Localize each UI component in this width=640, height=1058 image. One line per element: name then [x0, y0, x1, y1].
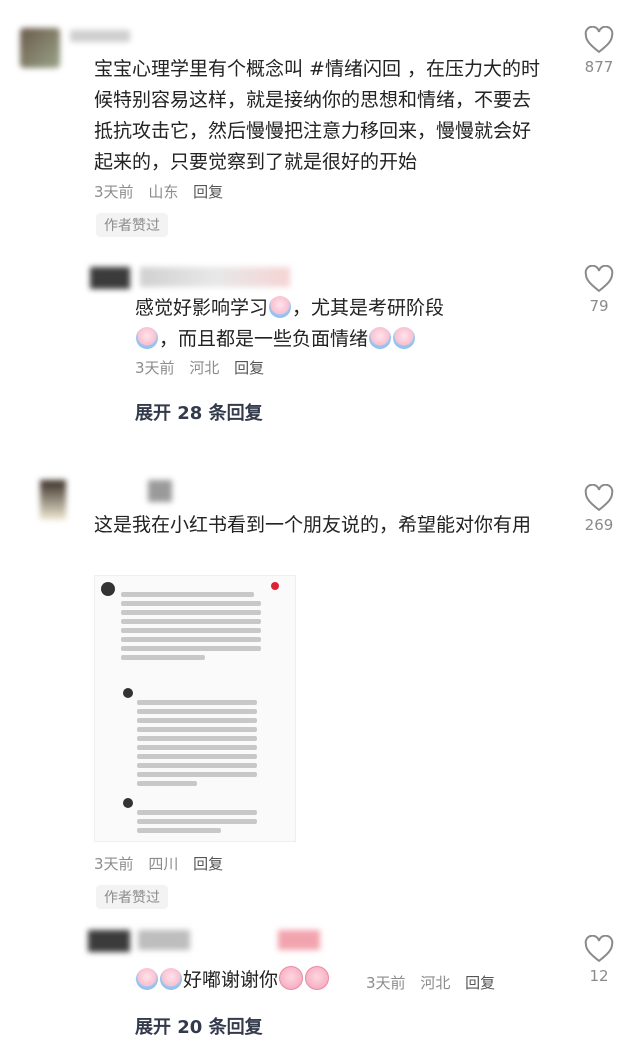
reply-text-part3: ，而且都是一些负面情绪	[159, 328, 369, 350]
avatar[interactable]	[90, 267, 130, 289]
comment-location: 山东	[148, 183, 179, 201]
heart-outline-icon	[584, 484, 614, 512]
avatar[interactable]	[88, 930, 130, 952]
username[interactable]	[148, 480, 172, 502]
comment-item: 这是我在小红书看到一个朋友说的，希望能对你有用 3天前 四川 回复 作者赞过 2…	[0, 470, 640, 920]
reply-text-part2: ，尤其是考研阶段	[292, 297, 445, 319]
expand-replies-button[interactable]: 展开 20 条回复	[135, 1013, 263, 1039]
image-text-block	[137, 806, 257, 837]
heart-outline-icon	[584, 935, 614, 963]
sad-face-emoji-icon	[136, 327, 158, 349]
comment-text: 这是我在小红书看到一个朋友说的，希望能对你有用	[94, 514, 532, 536]
reply-button[interactable]: 回复	[234, 359, 264, 377]
reply-button[interactable]: 回复	[465, 974, 495, 992]
heart-outline-icon	[584, 265, 614, 293]
comment-time: 3天前	[94, 183, 134, 201]
reply-meta: 3天前 河北 回复	[366, 972, 505, 993]
reply-meta: 3天前 河北 回复	[135, 357, 274, 378]
heart-outline-icon	[584, 26, 614, 54]
avatar[interactable]	[20, 28, 60, 68]
comment-item: 宝宝心理学里有个概念叫 #情绪闪回 ，在压力大的时候特别容易这样，就是接纳你的思…	[0, 0, 640, 250]
attached-image[interactable]	[94, 575, 296, 842]
sad-face-emoji-icon	[269, 296, 292, 318]
reply-time: 3天前	[366, 974, 406, 992]
reply-text: 好嘟谢谢你	[135, 965, 330, 996]
pig-face-emoji-icon	[305, 966, 330, 990]
sad-face-emoji-icon	[160, 968, 182, 990]
comment-meta: 3天前 山东 回复	[94, 181, 233, 202]
like-button[interactable]: 12	[577, 935, 621, 985]
author-liked-badge: 作者赞过	[96, 885, 168, 909]
reply-button[interactable]: 回复	[193, 855, 223, 873]
reply-text-part1: 感觉好影响学习	[135, 297, 269, 319]
like-button[interactable]: 269	[577, 484, 621, 534]
avatar[interactable]	[40, 480, 66, 520]
reply-item: 感觉好影响学习 ，尤其是考研阶段 ，而且都是一些负面情绪 3天前 河北 回复 展开…	[0, 255, 640, 435]
reply-location: 河北	[420, 974, 451, 992]
image-text-block	[137, 696, 257, 790]
username[interactable]	[140, 267, 290, 287]
like-count: 877	[584, 58, 614, 76]
reply-text: 感觉好影响学习 ，尤其是考研阶段 ，而且都是一些负面情绪	[135, 293, 555, 355]
heart-icon	[271, 582, 279, 590]
reply-text-body: 好嘟谢谢你	[183, 969, 279, 991]
image-avatar	[123, 798, 133, 808]
comment-location: 四川	[148, 855, 179, 873]
like-button[interactable]: 79	[577, 265, 621, 315]
username[interactable]	[70, 30, 130, 42]
image-text-block	[121, 588, 261, 664]
like-count: 79	[589, 297, 609, 315]
reply-item: 好嘟谢谢你 3天前 河北 回复 展开 20 条回复 12	[0, 925, 640, 1058]
comment-text: 宝宝心理学里有个概念叫 #情绪闪回 ，在压力大的时候特别容易这样，就是接纳你的思…	[94, 58, 541, 173]
sad-face-emoji-icon	[136, 968, 158, 990]
sad-face-emoji-icon	[369, 327, 392, 349]
user-badge	[278, 930, 320, 950]
comment-time: 3天前	[94, 855, 134, 873]
reply-time: 3天前	[135, 359, 175, 377]
like-button[interactable]: 877	[577, 26, 621, 76]
reply-button[interactable]: 回复	[193, 183, 223, 201]
like-count: 269	[584, 516, 614, 534]
author-liked-badge: 作者赞过	[96, 213, 168, 237]
image-avatar	[123, 688, 133, 698]
sad-face-emoji-icon	[393, 327, 416, 349]
reply-location: 河北	[189, 359, 220, 377]
comment-meta: 3天前 四川 回复	[94, 853, 233, 874]
image-avatar	[101, 582, 115, 596]
pig-face-emoji-icon	[279, 966, 304, 990]
like-count: 12	[589, 967, 609, 985]
username[interactable]	[138, 930, 190, 950]
expand-replies-button[interactable]: 展开 28 条回复	[135, 399, 263, 425]
